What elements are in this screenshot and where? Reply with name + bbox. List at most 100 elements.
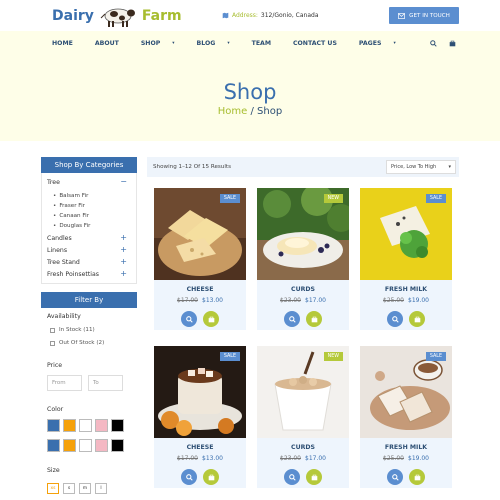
category-tree-stand[interactable]: Tree Stand + — [47, 258, 127, 267]
color-swatch[interactable] — [95, 419, 108, 432]
plus-icon[interactable]: + — [120, 258, 127, 266]
filter-in-stock[interactable]: In Stock (11) — [50, 327, 95, 333]
add-to-cart-button[interactable] — [306, 469, 322, 485]
product-card[interactable]: SALE CHEESE $17.00 $13.00 — [154, 188, 246, 330]
add-to-cart-button[interactable] — [306, 311, 322, 327]
plus-icon[interactable]: + — [120, 234, 127, 242]
map-icon — [222, 12, 229, 19]
color-swatch[interactable] — [63, 439, 76, 452]
category-fresh-poinsettias[interactable]: Fresh Poinsettias + — [47, 270, 127, 279]
logo[interactable]: Dairy Farm — [52, 4, 182, 28]
plus-icon[interactable]: + — [120, 270, 127, 278]
size-xs[interactable]: xs — [47, 483, 59, 494]
subcategory-douglas-fir[interactable]: Douglas Fir — [53, 221, 90, 231]
product-prices: $17.00 $13.00 — [154, 297, 246, 304]
minus-icon[interactable]: − — [120, 178, 127, 186]
color-swatch[interactable] — [111, 439, 124, 452]
price-to-input[interactable]: To — [88, 375, 123, 391]
color-swatch[interactable] — [95, 439, 108, 452]
old-price: $23.00 — [280, 455, 301, 462]
quick-view-button[interactable] — [284, 311, 300, 327]
color-swatch[interactable] — [111, 419, 124, 432]
sale-badge: SALE — [425, 194, 446, 203]
search-icon — [185, 473, 193, 481]
size-l[interactable]: l — [95, 483, 107, 494]
cart-icon — [414, 316, 420, 322]
nav-icons — [430, 40, 456, 47]
size-s[interactable]: s — [63, 483, 75, 494]
address-value: 312/Gonio, Canada — [260, 12, 319, 19]
new-price: $13.00 — [202, 455, 223, 462]
product-card[interactable]: NEW CURDS $23.00 $17.00 — [257, 346, 349, 488]
product-name[interactable]: CHEESE — [154, 444, 246, 451]
price-title: Price — [47, 362, 63, 369]
size-title: Size — [47, 467, 60, 474]
header-address: Address: 312/Gonio, Canada — [222, 12, 319, 19]
product-card[interactable]: SALE FRESH MILK $25.00 $19.00 — [360, 188, 452, 330]
add-to-cart-button[interactable] — [409, 469, 425, 485]
old-price: $25.00 — [383, 455, 404, 462]
category-tree[interactable]: Tree − — [47, 178, 127, 187]
product-card[interactable]: NEW CURDS $23.00 $17.00 — [257, 188, 349, 330]
nav-item-shop[interactable]: SHOP ▾ — [141, 40, 186, 47]
tree-subcategories: Balsam Fir Fraser Fir Canaan Fir Douglas… — [53, 191, 90, 231]
category-linens[interactable]: Linens + — [47, 246, 127, 255]
plus-icon[interactable]: + — [120, 246, 127, 254]
color-swatch[interactable] — [79, 419, 92, 432]
quick-view-button[interactable] — [181, 311, 197, 327]
nav-item-team[interactable]: TEAM — [252, 40, 282, 47]
nav-item-blog[interactable]: BLOG ▾ — [197, 40, 241, 47]
color-swatch[interactable] — [47, 439, 60, 452]
add-to-cart-button[interactable] — [203, 311, 219, 327]
cart-icon — [311, 474, 317, 480]
product-name[interactable]: FRESH MILK — [360, 444, 452, 451]
nav-item-home[interactable]: HOME — [52, 40, 84, 47]
quick-view-button[interactable] — [284, 469, 300, 485]
breadcrumb-current: Shop — [257, 106, 283, 117]
product-prices: $25.00 $19.00 — [360, 297, 452, 304]
envelope-icon — [398, 12, 406, 19]
color-swatch[interactable] — [47, 419, 60, 432]
cart-icon[interactable] — [449, 40, 456, 47]
breadcrumb-home[interactable]: Home — [218, 106, 248, 117]
product-name[interactable]: CURDS — [257, 444, 349, 451]
availability-title: Availability — [47, 313, 81, 320]
price-from-input[interactable]: From — [47, 375, 82, 391]
cart-icon — [208, 316, 214, 322]
add-to-cart-button[interactable] — [409, 311, 425, 327]
color-swatch[interactable] — [63, 419, 76, 432]
checkbox[interactable] — [50, 340, 55, 346]
product-name[interactable]: CHEESE — [154, 286, 246, 293]
subcategory-fraser-fir[interactable]: Fraser Fir — [53, 201, 90, 211]
quick-view-button[interactable] — [387, 469, 403, 485]
filter-out-of-stock[interactable]: Out Of Stock (2) — [50, 340, 104, 346]
add-to-cart-button[interactable] — [203, 469, 219, 485]
product-card[interactable]: SALE FRESH MILK $25.00 $19.00 — [360, 346, 452, 488]
size-m[interactable]: m — [79, 483, 91, 494]
search-icon — [288, 473, 296, 481]
old-price: $25.00 — [383, 297, 404, 304]
subcategory-balsam-fir[interactable]: Balsam Fir — [53, 191, 90, 201]
subcategory-canaan-fir[interactable]: Canaan Fir — [53, 211, 90, 221]
new-price: $19.00 — [408, 297, 429, 304]
address-label: Address: — [232, 12, 258, 19]
category-candles[interactable]: Candles + — [47, 234, 127, 243]
product-card[interactable]: SALE CHEESE $17.00 $13.00 — [154, 346, 246, 488]
old-price: $23.00 — [280, 297, 301, 304]
old-price: $17.00 — [177, 297, 198, 304]
color-swatch[interactable] — [79, 439, 92, 452]
quick-view-button[interactable] — [181, 469, 197, 485]
product-name[interactable]: FRESH MILK — [360, 286, 452, 293]
quick-view-button[interactable] — [387, 311, 403, 327]
checkbox[interactable] — [50, 327, 55, 333]
cart-icon — [414, 474, 420, 480]
search-icon[interactable] — [430, 40, 437, 47]
new-price: $19.00 — [408, 455, 429, 462]
product-name[interactable]: CURDS — [257, 286, 349, 293]
sort-select[interactable]: Price, Low To High ▾ — [386, 160, 456, 174]
new-price: $13.00 — [202, 297, 223, 304]
nav-item-contact[interactable]: CONTACT US — [293, 40, 348, 47]
nav-item-about[interactable]: ABOUT — [95, 40, 130, 47]
get-in-touch-button[interactable]: GET IN TOUCH — [389, 7, 459, 24]
nav-item-pages[interactable]: PAGES ▾ — [359, 40, 407, 47]
